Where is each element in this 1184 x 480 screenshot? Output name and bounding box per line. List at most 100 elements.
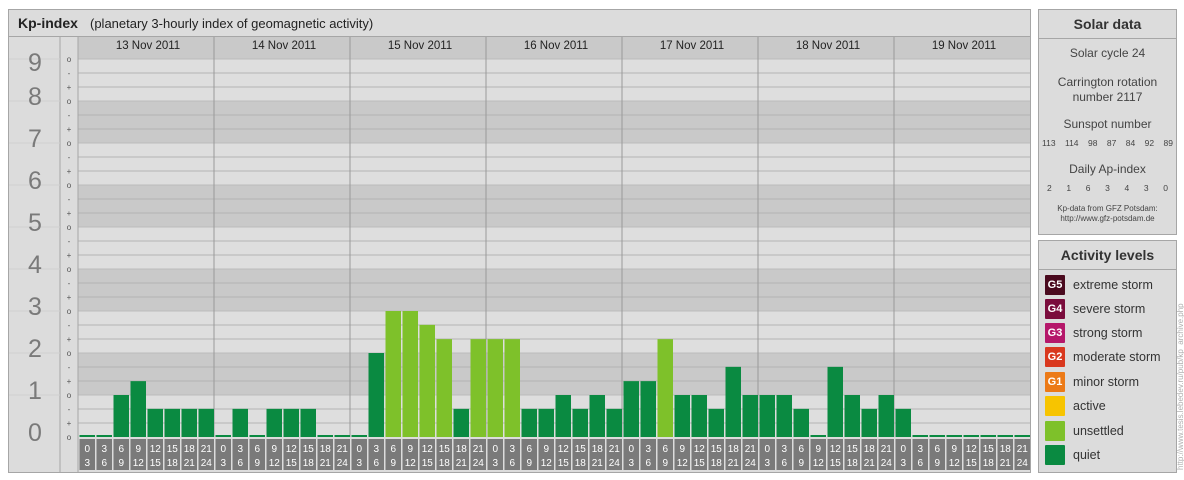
kp-bar [1014,435,1030,437]
interval-end-label: 3 [628,458,634,469]
interval-end-label: 12 [541,458,553,469]
kp-chart: 0123456789o+-o+-o+-o+-o+-o+-o+-o+-o+-o 1… [9,37,1030,472]
kp-bar [266,408,282,437]
interval-end-label: 9 [798,458,804,469]
interval-end-label: 6 [509,458,515,469]
level-swatch: G5 [1045,275,1065,295]
day-label: 19 Nov 2011 [932,40,996,52]
interval-end-label: 24 [473,458,485,469]
interval-start-label: 15 [711,444,723,455]
level-label: moderate storm [1073,350,1161,364]
interval-start-label: 12 [830,444,842,455]
activity-levels-title: Activity levels [1039,241,1176,270]
kp-tick-label: 6 [28,167,42,195]
interval-end-label: 9 [934,458,940,469]
interval-end-label: 12 [949,458,961,469]
kp-band [78,101,1030,143]
sunspot-value: 89 [1163,138,1173,148]
level-moderate-storm: G2 moderate storm [1045,347,1161,367]
interval-start-label: 15 [439,444,451,455]
interval-start-label: 18 [864,444,876,455]
kp-band [78,269,1030,311]
kp-minor-label: + [67,335,72,344]
sunspot-value: 84 [1125,138,1136,148]
interval-start-label: 0 [492,444,498,455]
level-label: severe storm [1073,302,1146,316]
interval-start-label: 0 [220,444,226,455]
kp-bar [674,395,690,437]
kp-minor-label: - [68,195,71,204]
interval-start-label: 21 [473,444,485,455]
kp-bar [742,395,758,437]
kp-bar [640,381,656,437]
kp-bar [249,435,265,437]
interval-end-label: 6 [917,458,923,469]
kp-bar [436,339,452,437]
kp-bar [623,381,639,437]
interval-start-label: 21 [881,444,893,455]
sunspot-value: 113 [1042,138,1056,148]
level-strong-storm: G3 strong storm [1045,323,1142,343]
interval-end-label: 12 [133,458,145,469]
kp-bar [657,339,673,437]
kp-minor-label: + [67,293,72,302]
interval-end-label: 3 [84,458,90,469]
interval-start-label: 21 [1017,444,1029,455]
interval-end-label: 18 [983,458,995,469]
kp-minor-label: + [67,419,72,428]
kp-minor-label: o [67,223,72,232]
kp-bar [980,435,996,437]
level-active: active [1045,396,1106,416]
ap-values: 2 1 6 3 4 3 0 [1047,183,1168,193]
kp-bar [368,353,384,437]
interval-start-label: 0 [628,444,634,455]
interval-start-label: 12 [422,444,434,455]
interval-end-label: 15 [422,458,434,469]
level-severe-storm: G4 severe storm [1045,299,1145,319]
kp-bar [538,408,554,437]
interval-end-label: 9 [254,458,260,469]
kp-minor-label: - [68,69,71,78]
solar-data-title: Solar data [1039,10,1176,39]
level-label: quiet [1073,448,1101,462]
interval-start-label: 21 [609,444,621,455]
level-swatch: G3 [1045,323,1065,343]
interval-start-label: 18 [592,444,604,455]
kp-tick-label: 5 [28,209,42,237]
interval-end-label: 3 [764,458,770,469]
level-minor-storm: G1 minor storm [1045,372,1139,392]
kp-tick-label: 1 [28,377,42,405]
interval-start-label: 0 [84,444,90,455]
interval-end-label: 21 [1000,458,1012,469]
kp-minor-label: o [67,349,72,358]
sunspot-value: 92 [1144,138,1155,148]
interval-start-label: 21 [745,444,757,455]
interval-start-label: 3 [509,444,515,455]
kp-bar [385,311,401,437]
kp-bar [708,408,724,437]
kp-band [78,143,1030,185]
source-url[interactable]: http://www.gfz-potsdam.de [1039,214,1176,223]
day-label: 15 Nov 2011 [388,40,452,52]
interval-end-label: 12 [677,458,689,469]
interval-start-label: 18 [1000,444,1012,455]
kp-bar [861,408,877,437]
interval-end-label: 6 [237,458,243,469]
kp-bar [572,408,588,437]
interval-end-label: 18 [167,458,179,469]
kp-bar [521,408,537,437]
kp-band [78,353,1030,395]
interval-end-label: 12 [405,458,417,469]
kp-bar [691,395,707,437]
kp-minor-label: o [67,265,72,274]
interval-end-label: 6 [101,458,107,469]
kp-bar [895,408,911,437]
interval-start-label: 15 [575,444,587,455]
kp-minor-label: o [67,139,72,148]
solar-data-panel: Solar data Solar cycle 24 Carrington rot… [1038,9,1177,235]
kp-tick-label: 7 [28,125,42,153]
kp-minor-label: o [67,307,72,316]
interval-start-label: 6 [390,444,396,455]
interval-end-label: 24 [201,458,213,469]
interval-end-label: 3 [492,458,498,469]
